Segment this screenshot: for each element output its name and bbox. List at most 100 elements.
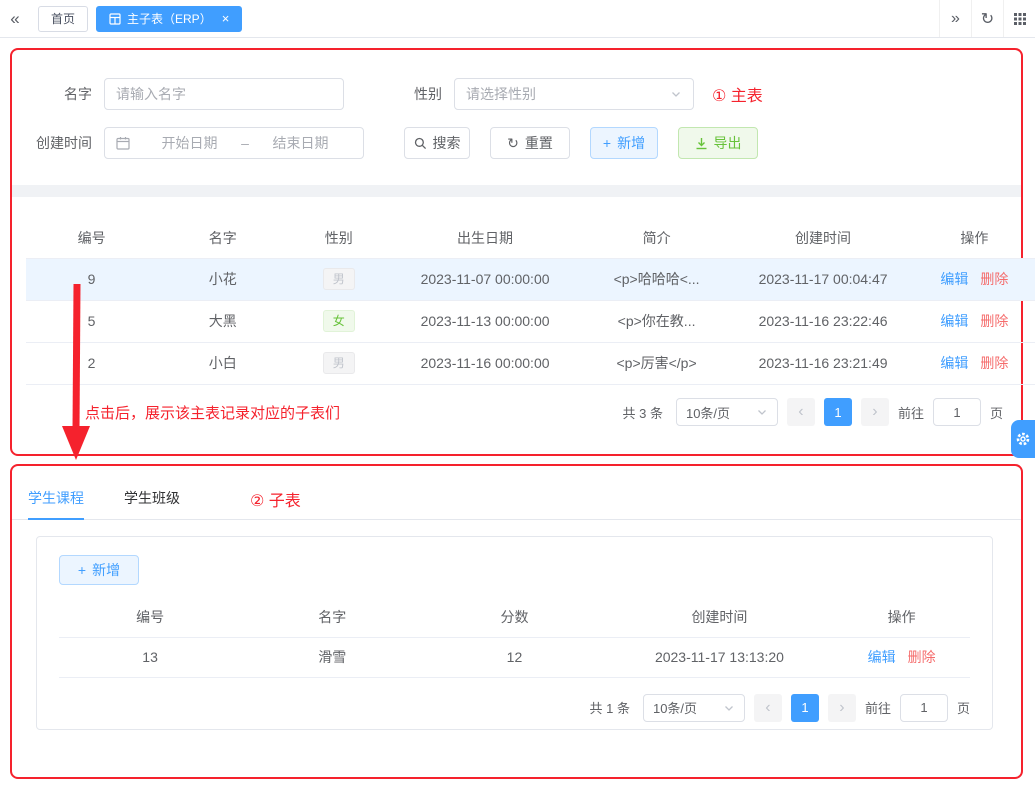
date-range-separator: – bbox=[241, 135, 249, 151]
cell-created: 2023-11-16 23:21:49 bbox=[732, 342, 914, 385]
cell-birth: 2023-11-07 00:00:00 bbox=[389, 258, 581, 301]
gender-select[interactable]: 请选择性别 bbox=[454, 78, 694, 110]
pagination-total: 共 3 条 bbox=[622, 405, 663, 421]
cell-actions: 编辑 删除 bbox=[913, 258, 1035, 301]
gear-icon bbox=[1015, 431, 1031, 447]
edit-link[interactable]: 编辑 bbox=[940, 313, 968, 329]
add-button[interactable]: + 新增 bbox=[590, 127, 658, 159]
delete-link[interactable]: 删除 bbox=[980, 355, 1008, 371]
page-number-button[interactable]: 1 bbox=[823, 398, 852, 426]
date-end-placeholder[interactable]: 结束日期 bbox=[249, 133, 352, 153]
date-start-placeholder[interactable]: 开始日期 bbox=[138, 133, 241, 153]
table-row[interactable]: 2 小白 男 2023-11-16 00:00:00 <p>厉害</p> 202… bbox=[26, 342, 1035, 385]
click-hint-annotation: 点击后，展示该主表记录对应的子表们 bbox=[85, 405, 341, 422]
tab-home[interactable]: 首页 bbox=[38, 5, 89, 32]
goto-label: 前往 bbox=[897, 405, 924, 421]
cell-gender: 女 bbox=[288, 300, 390, 343]
chevron-down-icon bbox=[670, 88, 682, 100]
header-name: 名字 bbox=[241, 597, 424, 638]
gender-tag: 男 bbox=[322, 268, 355, 290]
prev-page-button[interactable]: ‹ bbox=[786, 398, 815, 426]
page-number-button[interactable]: 1 bbox=[790, 693, 819, 722]
goto-page-input[interactable] bbox=[899, 693, 948, 722]
tab-student-course[interactable]: 学生课程 bbox=[28, 478, 84, 520]
export-button[interactable]: 导出 bbox=[678, 127, 758, 159]
name-input-field[interactable] bbox=[116, 86, 332, 102]
table-row[interactable]: 13 滑雪 12 2023-11-17 13:13:20 编辑 删除 bbox=[59, 637, 970, 678]
search-button[interactable]: 搜索 bbox=[404, 127, 470, 159]
cell-intro: <p>哈哈哈<... bbox=[580, 258, 733, 301]
cell-name: 滑雪 bbox=[241, 637, 424, 678]
delete-link[interactable]: 删除 bbox=[980, 313, 1008, 329]
tab-student-class[interactable]: 学生班级 bbox=[124, 478, 180, 520]
table-row[interactable]: 9 小花 男 2023-11-07 00:00:00 <p>哈哈哈<... 20… bbox=[26, 258, 1035, 301]
search-form-row-1: 名字 性别 请选择性别 ① 主表 bbox=[28, 78, 763, 110]
cell-score: 12 bbox=[423, 637, 606, 678]
cell-created: 2023-11-17 00:04:47 bbox=[732, 258, 914, 301]
grid-icon[interactable] bbox=[1003, 0, 1035, 37]
cell-name: 小白 bbox=[157, 342, 289, 385]
export-button-label: 导出 bbox=[713, 135, 742, 151]
name-input[interactable] bbox=[104, 78, 344, 110]
cell-intro: <p>厉害</p> bbox=[580, 342, 733, 385]
pagination-total: 共 1 条 bbox=[589, 701, 630, 716]
header-gender: 性别 bbox=[288, 218, 390, 259]
page-size-select[interactable]: 10条/页 bbox=[675, 398, 778, 426]
child-add-button-label: 新增 bbox=[92, 562, 121, 578]
refresh-icon[interactable]: ↻ bbox=[971, 0, 1003, 37]
close-icon[interactable]: × bbox=[222, 12, 230, 25]
cell-actions: 编辑 删除 bbox=[913, 300, 1035, 343]
page-size-value: 10条/页 bbox=[652, 701, 698, 716]
cell-birth: 2023-11-16 00:00:00 bbox=[389, 342, 581, 385]
reset-button[interactable]: ↻ 重置 bbox=[490, 127, 570, 159]
section-separator bbox=[12, 185, 1021, 197]
child-pagination: 共 1 条 10条/页 ‹ 1 › 前往 页 bbox=[589, 693, 970, 722]
child-table-header-row: 编号 名字 分数 创建时间 操作 bbox=[59, 597, 970, 638]
cell-created: 2023-11-17 13:13:20 bbox=[605, 637, 834, 678]
page-size-select[interactable]: 10条/页 bbox=[642, 693, 745, 722]
edit-link[interactable]: 编辑 bbox=[940, 271, 968, 287]
page-unit-label: 页 bbox=[989, 405, 1003, 421]
date-range-picker[interactable]: 开始日期 – 结束日期 bbox=[104, 127, 364, 159]
tab-master-child-label: 主子表（ERP） bbox=[127, 12, 212, 26]
header-name: 名字 bbox=[157, 218, 289, 259]
cell-created: 2023-11-16 23:22:46 bbox=[732, 300, 914, 343]
collapse-left-icon[interactable]: « bbox=[0, 9, 30, 29]
cell-actions: 编辑 删除 bbox=[833, 637, 970, 678]
cell-gender: 男 bbox=[288, 342, 390, 385]
header-created: 创建时间 bbox=[605, 597, 834, 638]
child-annotation-box: 学生课程 学生班级 ② 子表 + 新增 编号 名字 分数 创建时间 操作 13 … bbox=[10, 464, 1023, 779]
settings-gear-button[interactable] bbox=[1011, 420, 1035, 458]
search-form-row-2: 创建时间 开始日期 – 结束日期 搜索 ↻ 重置 + 新增 导出 bbox=[28, 127, 758, 159]
header-created: 创建时间 bbox=[732, 218, 914, 259]
expand-right-icon[interactable]: » bbox=[939, 0, 971, 37]
cell-name: 大黑 bbox=[157, 300, 289, 343]
created-label: 创建时间 bbox=[36, 135, 92, 151]
next-page-button[interactable]: › bbox=[827, 693, 856, 722]
top-tab-bar: « 首页 主子表（ERP） × » ↻ bbox=[0, 0, 1035, 38]
tab-master-child[interactable]: 主子表（ERP） × bbox=[96, 5, 243, 32]
table-row[interactable]: 5 大黑 女 2023-11-13 00:00:00 <p>你在教... 202… bbox=[26, 300, 1035, 343]
child-annotation-label: ② 子表 bbox=[250, 492, 301, 510]
child-add-button[interactable]: + 新增 bbox=[59, 555, 139, 585]
prev-page-button[interactable]: ‹ bbox=[753, 693, 782, 722]
next-page-button[interactable]: › bbox=[860, 398, 889, 426]
chevron-down-icon bbox=[723, 702, 735, 714]
edit-link[interactable]: 编辑 bbox=[868, 649, 896, 665]
goto-page-input[interactable] bbox=[932, 398, 981, 426]
delete-link[interactable]: 删除 bbox=[908, 649, 936, 665]
cell-gender: 男 bbox=[288, 258, 390, 301]
master-table: 编号 名字 性别 出生日期 简介 创建时间 操作 9 小花 男 2023-11-… bbox=[26, 218, 1035, 385]
delete-link[interactable]: 删除 bbox=[980, 271, 1008, 287]
download-icon bbox=[695, 137, 708, 150]
header-id: 编号 bbox=[26, 218, 158, 259]
header-id: 编号 bbox=[59, 597, 242, 638]
master-annotation-box: 名字 性别 请选择性别 ① 主表 创建时间 开始日期 – 结束日 bbox=[10, 48, 1035, 456]
search-icon bbox=[414, 137, 427, 150]
cell-id: 13 bbox=[59, 637, 242, 678]
child-table-card: + 新增 编号 名字 分数 创建时间 操作 13 滑雪 12 2023-11-1… bbox=[36, 536, 993, 730]
edit-link[interactable]: 编辑 bbox=[940, 355, 968, 371]
cell-id: 9 bbox=[26, 258, 158, 301]
search-button-label: 搜索 bbox=[432, 135, 461, 151]
master-pagination: 共 3 条 10条/页 ‹ 1 › 前往 页 bbox=[622, 398, 1003, 426]
